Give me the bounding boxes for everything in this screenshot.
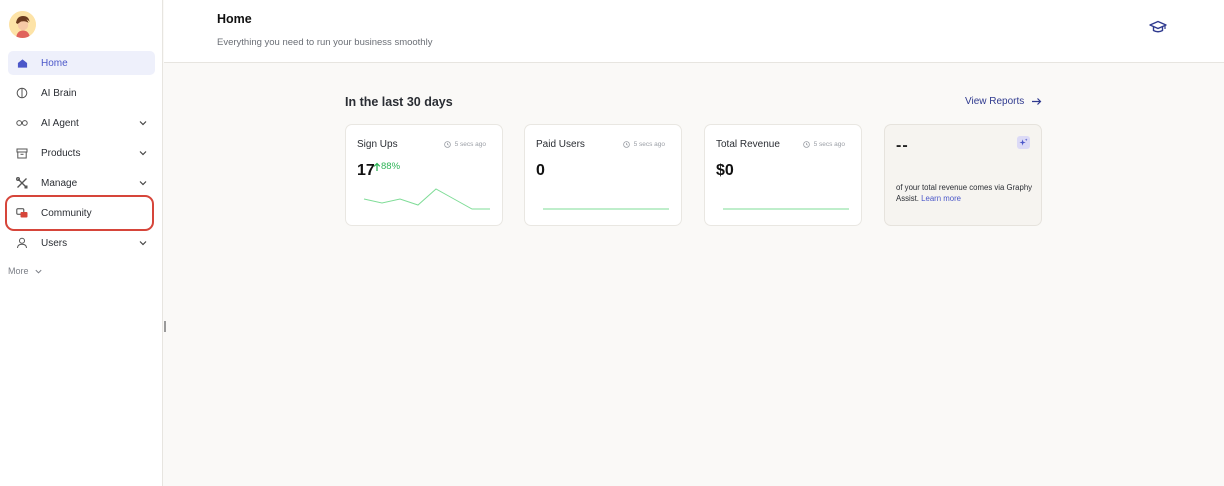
- sidebar-resize-handle[interactable]: [164, 321, 166, 332]
- infinity-icon: [16, 117, 28, 129]
- sidebar-item-manage[interactable]: Manage: [8, 171, 155, 195]
- clock-icon: [443, 141, 451, 148]
- stat-card-paid-users[interactable]: Paid Users 5 secs ago 0: [524, 124, 682, 226]
- tools-icon: [16, 177, 28, 189]
- view-reports-label: View Reports: [965, 96, 1025, 107]
- sidebar-item-label: Home: [41, 57, 68, 69]
- section-title: In the last 30 days: [345, 95, 453, 109]
- home-icon: [16, 57, 28, 69]
- card-delta: 88%: [373, 161, 400, 172]
- graphy-assist-card: -- of your total revenue comes via Graph…: [884, 124, 1042, 226]
- chevron-down-icon: [34, 269, 42, 274]
- avatar[interactable]: [9, 11, 36, 38]
- sidebar-nav: Home AI Brain AI Agent Products Manage C…: [8, 51, 155, 261]
- arrow-up-icon: [373, 162, 381, 171]
- card-title: Total Revenue: [716, 139, 780, 150]
- user-icon: [16, 237, 28, 249]
- view-reports-link[interactable]: View Reports: [965, 96, 1042, 107]
- card-updated: 5 secs ago: [802, 141, 845, 148]
- card-value: $0: [716, 162, 734, 179]
- sidebar-item-ai-brain[interactable]: AI Brain: [8, 81, 155, 105]
- assist-text: of your total revenue comes via Graphy A…: [896, 183, 1033, 203]
- sidebar-item-home[interactable]: Home: [8, 51, 155, 75]
- page-header: Home Everything you need to run your bus…: [164, 0, 1224, 63]
- chevron-down-icon[interactable]: [137, 177, 149, 189]
- sparkline-chart: [543, 208, 669, 210]
- card-updated-text: 5 secs ago: [633, 141, 665, 148]
- chevron-down-icon[interactable]: [137, 147, 149, 159]
- sparkline-chart: [723, 208, 849, 210]
- sidebar-item-ai-agent[interactable]: AI Agent: [8, 111, 155, 135]
- graduation-cap-icon[interactable]: [1149, 19, 1167, 35]
- chevron-down-icon[interactable]: [137, 117, 149, 129]
- card-delta-text: 88%: [381, 161, 401, 172]
- sidebar-item-products[interactable]: Products: [8, 141, 155, 165]
- sidebar: Home AI Brain AI Agent Products Manage C…: [0, 0, 163, 486]
- card-updated-text: 5 secs ago: [813, 141, 845, 148]
- sidebar-item-label: Users: [41, 237, 68, 249]
- more-label: More: [8, 266, 29, 276]
- card-value: 0: [536, 162, 545, 179]
- card-title: Sign Ups: [357, 139, 398, 150]
- clock-icon: [802, 141, 810, 148]
- chevron-down-icon[interactable]: [137, 237, 149, 249]
- more-toggle[interactable]: More: [8, 266, 43, 276]
- sidebar-item-community[interactable]: Community: [8, 201, 155, 225]
- page-subtitle: Everything you need to run your business…: [217, 37, 433, 48]
- card-updated-text: 5 secs ago: [454, 141, 486, 148]
- sparkline-line: [363, 188, 490, 210]
- sidebar-item-label: AI Agent: [41, 117, 79, 129]
- card-title: Paid Users: [536, 139, 585, 150]
- assist-value: --: [896, 137, 909, 154]
- arrow-right-icon: [1032, 98, 1042, 105]
- stat-card-total-revenue[interactable]: Total Revenue 5 secs ago $0: [704, 124, 862, 226]
- chat-bubbles-icon: [16, 207, 28, 219]
- sparkle-icon[interactable]: [1017, 136, 1030, 149]
- card-updated: 5 secs ago: [622, 141, 665, 148]
- stat-card-sign-ups[interactable]: Sign Ups 5 secs ago 17 88%: [345, 124, 503, 226]
- sidebar-item-label: Manage: [41, 177, 78, 189]
- sidebar-item-users[interactable]: Users: [8, 231, 155, 255]
- card-updated: 5 secs ago: [443, 141, 486, 148]
- page-title: Home: [217, 12, 252, 26]
- brain-icon: [16, 87, 28, 99]
- sidebar-item-label: Community: [41, 207, 92, 219]
- assist-description: of your total revenue comes via Graphy A…: [896, 182, 1036, 204]
- learn-more-link[interactable]: Learn more: [921, 194, 961, 203]
- sidebar-item-label: AI Brain: [41, 87, 77, 99]
- sparkline-chart: [363, 188, 490, 210]
- archive-box-icon: [16, 147, 28, 159]
- sidebar-item-label: Products: [41, 147, 81, 159]
- clock-icon: [622, 141, 630, 148]
